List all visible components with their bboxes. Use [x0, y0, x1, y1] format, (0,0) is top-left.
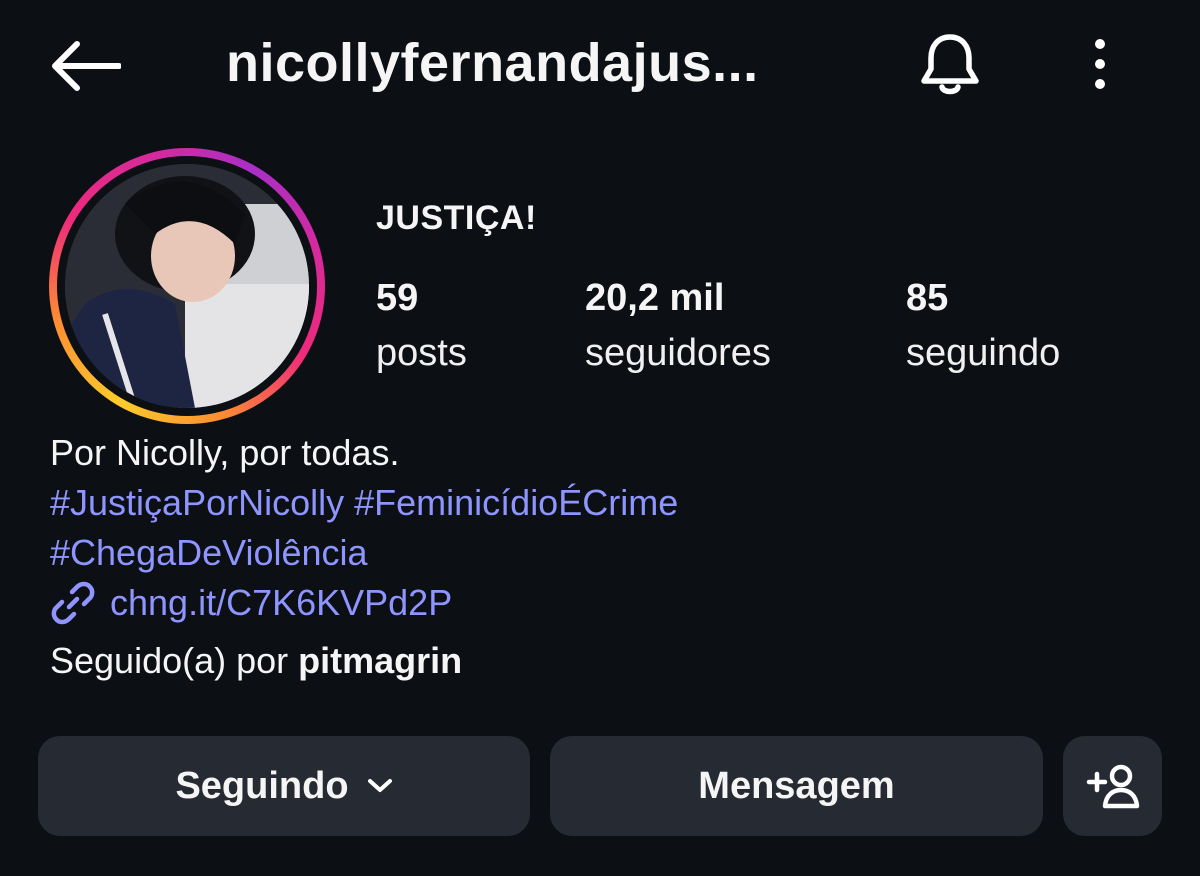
profile-bio: Por Nicolly, por todas. #JustiçaPorNicol…: [50, 428, 1150, 686]
stat-posts-label: posts: [376, 332, 467, 374]
avatar-photo: [65, 164, 309, 408]
following-button-label: Seguindo: [175, 764, 349, 807]
followed-by[interactable]: Seguido(a) por pitmagrin: [50, 636, 1150, 686]
hashtag-link[interactable]: #JustiçaPorNicolly: [50, 482, 344, 523]
followed-by-user: pitmagrin: [298, 640, 463, 681]
profile-username: nicollyfernandajus...: [226, 33, 759, 93]
profile-display-name: JUSTIÇA!: [376, 199, 537, 237]
profile-screen: nicollyfernandajus... JUSTIÇA! 59 posts …: [0, 0, 1200, 876]
link-icon: [51, 581, 95, 625]
suggest-people-button[interactable]: [1063, 736, 1162, 836]
message-button-label: Mensagem: [698, 764, 895, 807]
add-person-icon: [1086, 764, 1139, 809]
followed-by-prefix: Seguido(a) por: [50, 640, 289, 681]
bio-external-link[interactable]: chng.it/C7K6KVPd2P: [50, 578, 1150, 628]
hashtag-link[interactable]: #FeminicídioÉCrime: [354, 482, 678, 523]
stat-followers-label: seguidores: [585, 332, 771, 374]
avatar: [65, 164, 309, 408]
profile-avatar-story-ring[interactable]: [49, 148, 325, 424]
chevron-down-icon: [367, 779, 392, 792]
more-vertical-icon: [1095, 39, 1105, 89]
stat-posts-value: 59: [376, 277, 419, 319]
stat-followers-value: 20,2 mil: [585, 277, 725, 319]
following-button[interactable]: Seguindo: [38, 736, 530, 836]
stat-followers[interactable]: 20,2 mil seguidores: [585, 276, 771, 386]
more-options-button[interactable]: [1070, 26, 1130, 102]
stat-following-label: seguindo: [906, 332, 1061, 374]
stat-following-value: 85: [906, 277, 949, 319]
bell-icon: [921, 34, 979, 95]
stat-posts[interactable]: 59 posts: [376, 276, 467, 386]
arrow-left-icon: [52, 41, 121, 91]
bio-link-text: chng.it/C7K6KVPd2P: [110, 582, 453, 623]
hashtag-link[interactable]: #ChegaDeViolência: [50, 532, 368, 573]
stat-following[interactable]: 85 seguindo: [906, 276, 1060, 386]
back-button[interactable]: [40, 28, 130, 104]
bio-text: Por Nicolly, por todas.: [50, 432, 400, 473]
message-button[interactable]: Mensagem: [550, 736, 1043, 836]
notifications-button[interactable]: [910, 26, 990, 102]
